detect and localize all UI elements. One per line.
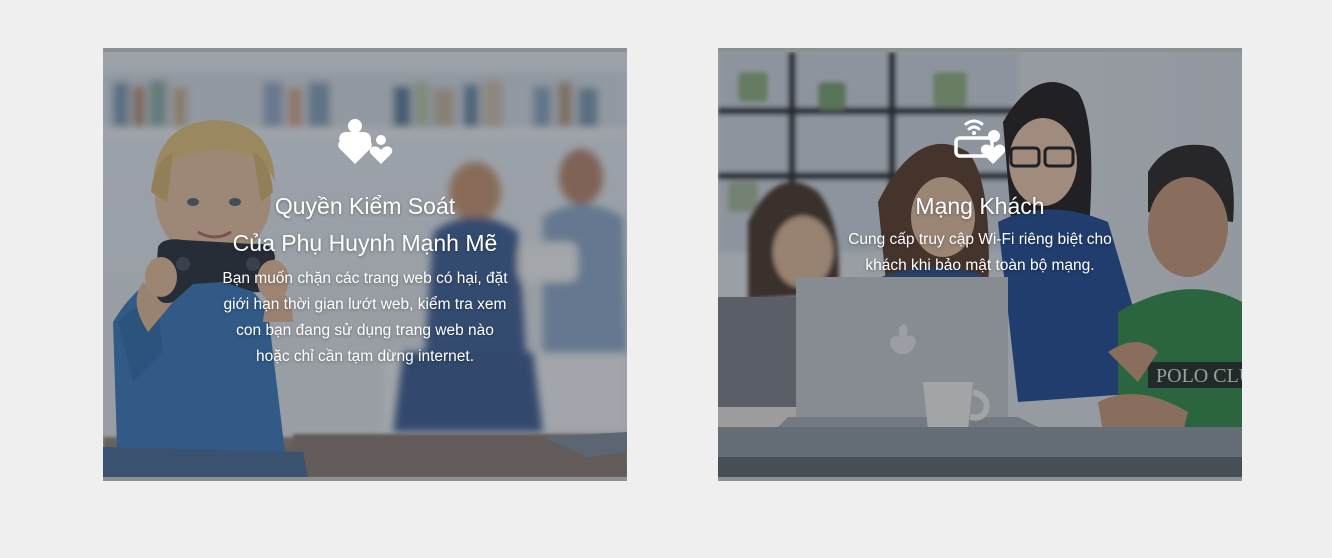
guest-network-card[interactable]: POLO CLUB Mạng Khách [718, 48, 1242, 481]
card-title-line-2: Của Phụ Huynh Mạnh Mẽ [232, 230, 498, 256]
description-line: con bạn đang sử dụng trang web nào [236, 322, 494, 339]
card-title: Quyền Kiểm Soát [274, 193, 456, 219]
parental-controls-card[interactable]: Quyền Kiểm Soát Của Phụ Huynh Mạnh Mẽ Bạ… [103, 48, 627, 481]
guest-wifi-icon [952, 118, 1008, 164]
description-line: khách khi bảo mật toàn bộ mạng. [865, 257, 1095, 274]
description-line: Cung cấp truy cập Wi-Fi riêng biệt cho [848, 231, 1112, 248]
guest-network-content: Mạng Khách Cung cấp truy cập Wi-Fi riêng… [718, 118, 1242, 279]
card-title: Mạng Khách [915, 193, 1045, 219]
parental-controls-content: Quyền Kiểm Soát Của Phụ Huynh Mạnh Mẽ Bạ… [103, 118, 627, 370]
card-description: Bạn muốn chặn các trang web có hại, đặt … [103, 266, 627, 370]
family-hearts-icon [337, 118, 393, 164]
card-description: Cung cấp truy cập Wi-Fi riêng biệt cho k… [718, 227, 1242, 279]
description-line: giới hạn thời gian lướt web, kiểm tra xe… [223, 296, 507, 313]
description-line: hoặc chỉ cần tạm dừng internet. [255, 348, 475, 365]
description-line: Bạn muốn chặn các trang web có hại, đặt [222, 270, 508, 287]
